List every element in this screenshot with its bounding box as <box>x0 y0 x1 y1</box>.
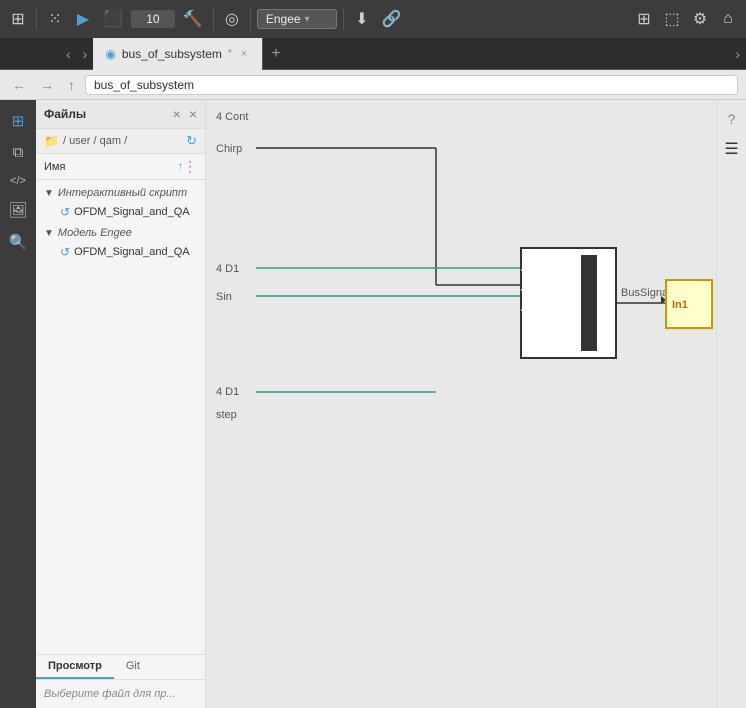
main-layout: ⊞ ⧉ </> 🖼 🔍 Файлы × × 📁 / user / qam / ↻… <box>0 100 746 708</box>
file-panel: Файлы × × 📁 / user / qam / ↻ Имя ↑ ⋮ ▼ И… <box>36 100 206 708</box>
tab-close-btn[interactable]: × <box>238 47 250 61</box>
addr-forward-btn[interactable]: → <box>36 75 58 95</box>
preview-tab-preview[interactable]: Просмотр <box>36 655 114 679</box>
top-toolbar: ⊞ ⁙ ▶ ⬛ 🔨 ◎ Engee ▾ ⬇ 🔗 ⊞ ⬚ ⚙ ⌂ <box>0 0 746 38</box>
tab-label-bus: bus_of_subsystem <box>122 47 222 61</box>
tab-modified-indicator: * <box>228 48 232 59</box>
dots-grid-icon[interactable]: ⁙ <box>43 5 67 33</box>
file-panel-title: Файлы <box>44 107 169 121</box>
preview-panel: Просмотр Git Выберите файл для пр... <box>36 654 205 708</box>
sidebar-icons: ⊞ ⧉ </> 🖼 🔍 <box>0 100 36 708</box>
sidebar-icon-code[interactable]: </> <box>0 169 36 193</box>
tab-forward-btn[interactable]: › <box>77 42 94 66</box>
stop-icon[interactable]: ⬛ <box>99 5 127 33</box>
tree-section-engee-header[interactable]: ▼ Модель Engee <box>36 224 205 242</box>
label-d1-bottom: 4 D1 <box>216 386 239 398</box>
address-bar: ← → ↑ <box>0 70 746 100</box>
preview-tab-git[interactable]: Git <box>114 655 152 679</box>
label-sin: Sin <box>216 291 232 303</box>
tree-item-ofdm-2[interactable]: ↺ OFDM_Signal_and_QA <box>36 242 205 262</box>
col-menu-btn[interactable]: ⋮ <box>183 158 197 175</box>
bus-creator-block <box>521 248 616 358</box>
preview-tabs: Просмотр Git <box>36 655 205 680</box>
fold-icon[interactable]: ⬇ <box>350 5 374 33</box>
tree-arrow-engee: ▼ <box>44 228 54 239</box>
engine-dropdown[interactable]: Engee ▾ <box>257 9 337 29</box>
file-panel-header: Файлы × × <box>36 100 205 129</box>
diagram-svg: 4 Cont Chirp 4 D1 Sin <box>206 100 716 708</box>
label-cont1: 4 Cont <box>216 111 248 123</box>
file-panel-close2-btn[interactable]: × <box>189 106 197 122</box>
label-step: step <box>216 409 237 421</box>
sidebar-icon-image[interactable]: 🖼 <box>0 195 36 225</box>
separator-1 <box>36 8 37 30</box>
separator-4 <box>343 8 344 30</box>
addr-up-btn[interactable]: ↑ <box>64 75 79 95</box>
tab-add-btn[interactable]: + <box>263 41 288 67</box>
file-column-header: Имя ↑ ⋮ <box>36 154 205 180</box>
label-d1-top: 4 D1 <box>216 263 239 275</box>
tab-bar: ‹ › ◉ bus_of_subsystem * × + › <box>0 38 746 70</box>
apps-icon[interactable]: ⊞ <box>6 5 30 33</box>
file-tree: ▼ Интерактивный скрипт ↺ OFDM_Signal_and… <box>36 180 205 654</box>
sidebar-icon-search[interactable]: 🔍 <box>0 227 36 257</box>
tab-bus-of-subsystem[interactable]: ◉ bus_of_subsystem * × <box>93 38 263 70</box>
build-icon[interactable]: 🔨 <box>179 5 207 33</box>
tree-section-interactive: ▼ Интерактивный скрипт ↺ OFDM_Signal_and… <box>36 184 205 222</box>
tree-section-interactive-header[interactable]: ▼ Интерактивный скрипт <box>36 184 205 202</box>
preview-placeholder: Выберите файл для пр... <box>44 688 176 700</box>
sidebar-icon-layers[interactable]: ⧉ <box>0 138 36 167</box>
file-path-bar: 📁 / user / qam / ↻ <box>36 129 205 154</box>
tab-icon-bus: ◉ <box>105 47 115 61</box>
tree-item-icon-2: ↺ <box>60 245 70 259</box>
tree-section-engee-label: Модель Engee <box>58 227 132 239</box>
separator-3 <box>250 8 251 30</box>
right-help-icon[interactable]: ? <box>717 106 746 132</box>
link-icon[interactable]: 🔗 <box>378 5 406 33</box>
model-icon[interactable]: ◎ <box>220 5 244 33</box>
col-name-label: Имя <box>44 161 178 173</box>
tree-arrow-interactive: ▼ <box>44 188 54 199</box>
tree-item-icon-1: ↺ <box>60 205 70 219</box>
file-path-text: / user / qam / <box>63 135 182 147</box>
step-count-input[interactable] <box>131 10 175 28</box>
tree-item-label-2: OFDM_Signal_and_QA <box>74 246 190 258</box>
separator-2 <box>213 8 214 30</box>
grid-view-icon[interactable]: ⊞ <box>632 5 656 33</box>
tree-item-label-1: OFDM_Signal_and_QA <box>74 206 190 218</box>
tree-item-ofdm-1[interactable]: ↺ OFDM_Signal_and_QA <box>36 202 205 222</box>
engine-label: Engee <box>266 12 301 26</box>
address-input[interactable] <box>85 75 738 95</box>
tab-back-btn[interactable]: ‹ <box>60 42 77 66</box>
folder-icon: 📁 <box>44 134 59 148</box>
run-icon[interactable]: ▶ <box>71 5 95 33</box>
dropdown-arrow-icon: ▾ <box>305 14 310 25</box>
preview-content: Выберите файл для пр... <box>36 680 205 708</box>
settings-icon[interactable]: ⚙ <box>688 5 712 33</box>
label-chirp: Chirp <box>216 143 242 155</box>
canvas-area[interactable]: 4 Cont Chirp 4 D1 Sin <box>206 100 716 708</box>
addr-back-btn[interactable]: ← <box>8 75 30 95</box>
tab-scroll-right[interactable]: › <box>729 42 746 66</box>
right-icons: ? ☰ <box>716 100 746 708</box>
tree-section-interactive-label: Интерактивный скрипт <box>58 187 187 199</box>
home-icon[interactable]: ⌂ <box>716 6 740 32</box>
right-filter-icon[interactable]: ☰ <box>717 134 746 164</box>
bus-creator-bar <box>581 255 597 351</box>
sidebar-icon-grid[interactable]: ⊞ <box>0 106 36 136</box>
file-panel-close-btn[interactable]: × <box>173 106 181 122</box>
path-refresh-btn[interactable]: ↻ <box>186 133 197 149</box>
export-icon[interactable]: ⬚ <box>660 5 684 33</box>
label-in1: In1 <box>672 299 688 311</box>
tree-section-engee: ▼ Модель Engee ↺ OFDM_Signal_and_QA <box>36 224 205 262</box>
